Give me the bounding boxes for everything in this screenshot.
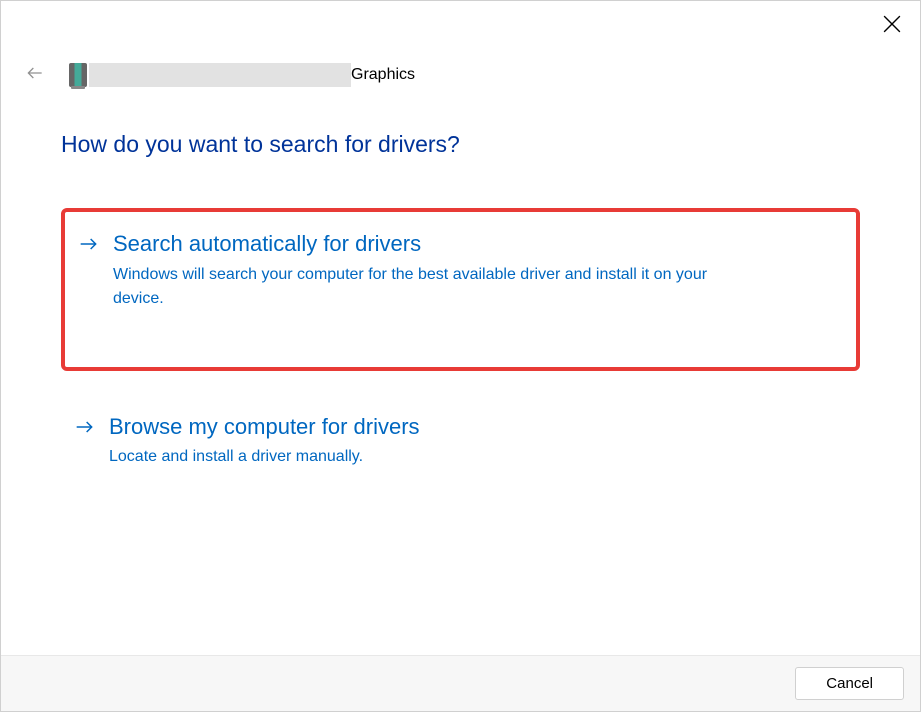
graphics-card-icon: [69, 63, 87, 87]
option-description: Locate and install a driver manually.: [109, 445, 729, 469]
device-suffix: Graphics: [351, 66, 415, 84]
close-button[interactable]: [882, 15, 902, 35]
arrow-right-icon: [75, 419, 95, 440]
option-title: Browse my computer for drivers: [109, 413, 842, 442]
option-search-automatically[interactable]: Search automatically for drivers Windows…: [61, 208, 860, 371]
option-description: Windows will search your computer for th…: [113, 263, 733, 311]
device-info: Graphics: [69, 63, 415, 87]
cancel-button[interactable]: Cancel: [795, 667, 904, 700]
arrow-right-icon: [79, 236, 99, 257]
back-button[interactable]: [21, 59, 49, 90]
option-title: Search automatically for drivers: [113, 230, 838, 259]
page-title: How do you want to search for drivers?: [61, 131, 860, 158]
option-text: Browse my computer for drivers Locate an…: [109, 413, 842, 470]
content-area: How do you want to search for drivers? S…: [61, 131, 860, 515]
close-icon: [883, 15, 901, 36]
option-text: Search automatically for drivers Windows…: [113, 230, 838, 311]
footer: Cancel: [1, 655, 920, 711]
option-browse-computer[interactable]: Browse my computer for drivers Locate an…: [61, 395, 860, 488]
header-row: Graphics: [21, 59, 415, 90]
device-name-redacted: [89, 63, 351, 87]
back-arrow-icon: [25, 63, 45, 86]
